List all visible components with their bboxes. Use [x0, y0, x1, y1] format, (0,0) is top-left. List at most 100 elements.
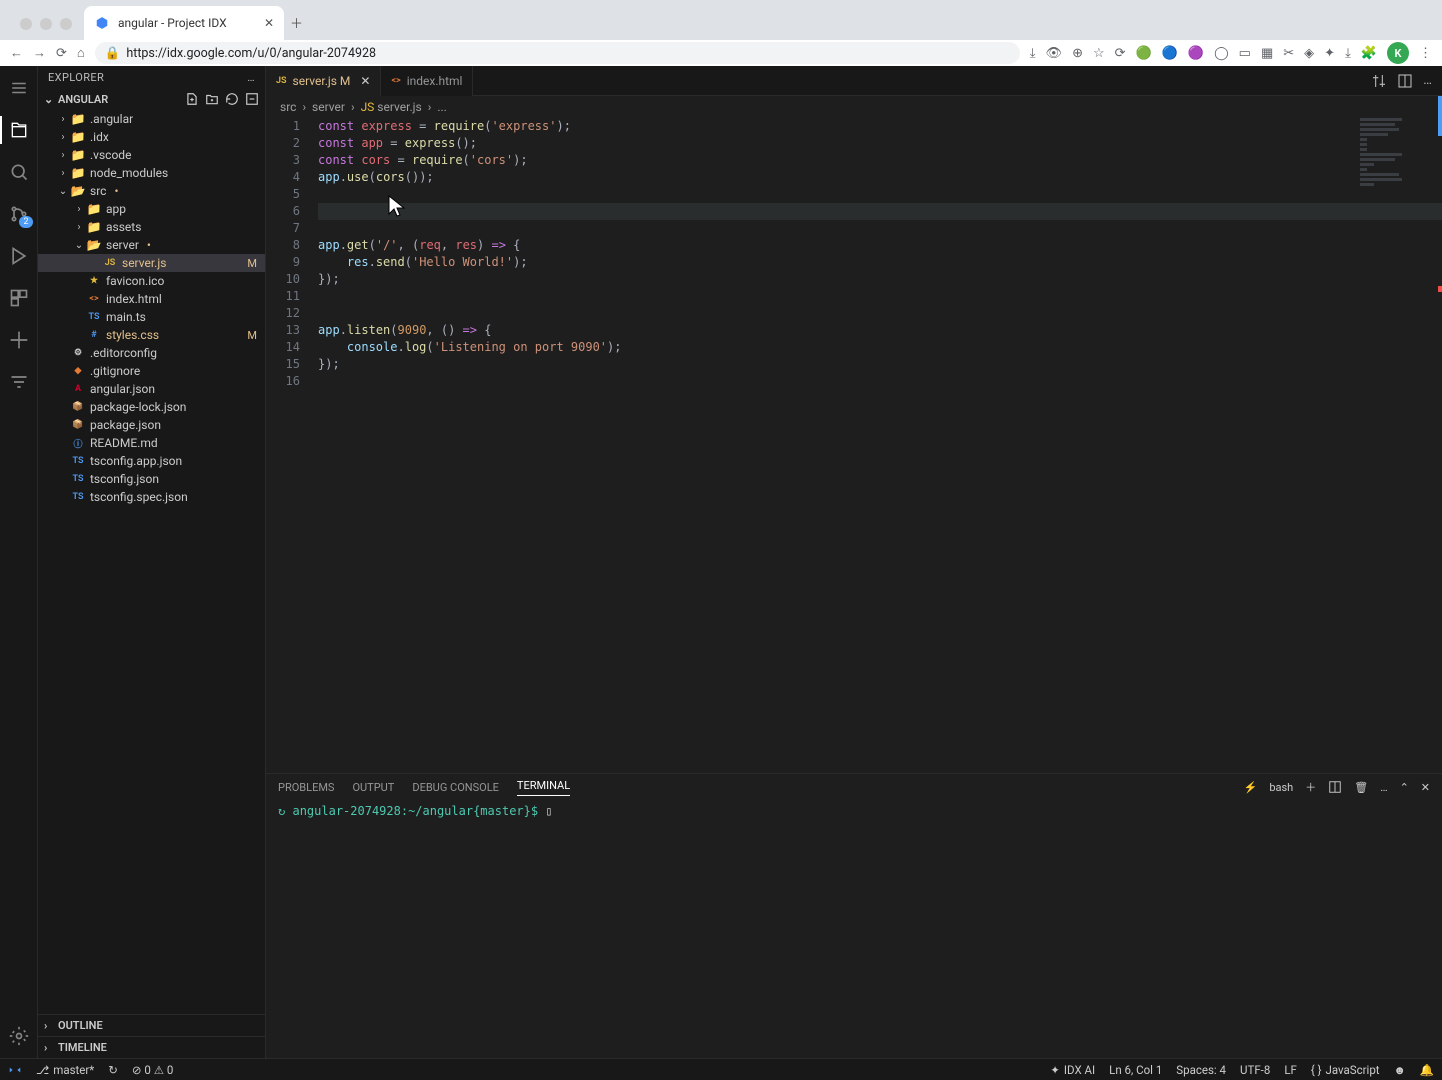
branch-status[interactable]: ⎇ master*	[36, 1063, 94, 1077]
terminal-shell-icon[interactable]: ⚡	[1244, 781, 1258, 794]
address-bar[interactable]: 🔒 https://idx.google.com/u/0/angular-207…	[95, 42, 1020, 64]
folder-item[interactable]: ⌄📂src	[38, 182, 265, 200]
more-actions-icon[interactable]: …	[1423, 73, 1432, 89]
kill-terminal-icon[interactable]: 🗑	[1354, 781, 1368, 794]
extension-icon[interactable]: ⤓	[1345, 46, 1351, 61]
extension-icon[interactable]: ◈	[1304, 46, 1314, 61]
file-item[interactable]: JSserver.jsM	[38, 254, 265, 272]
breadcrumb-item[interactable]: src	[280, 100, 296, 114]
notifications-icon[interactable]: 🔔	[1420, 1063, 1434, 1077]
terminal[interactable]: ↻ angular-2074928:~/angular{master}$ ▯	[266, 800, 1442, 1058]
editor-tab[interactable]: JSserver.js M✕	[266, 66, 381, 96]
explorer-icon[interactable]	[7, 118, 31, 142]
extension-icon[interactable]: ▭	[1239, 46, 1251, 61]
extension-icon[interactable]: 🟣	[1188, 46, 1204, 61]
folder-item[interactable]: ›📁.idx	[38, 128, 265, 146]
file-item[interactable]: TStsconfig.json	[38, 470, 265, 488]
compare-icon[interactable]	[1371, 73, 1387, 89]
extension-icon[interactable]: 🟢	[1136, 46, 1152, 61]
outline-section[interactable]: ›OUTLINE	[38, 1014, 265, 1036]
run-debug-icon[interactable]	[7, 244, 31, 268]
more-icon[interactable]: …	[1380, 781, 1387, 794]
folder-item[interactable]: ›📁assets	[38, 218, 265, 236]
star-icon[interactable]: ☆	[1093, 46, 1105, 61]
minimap[interactable]	[1360, 118, 1430, 178]
idx-ai-status[interactable]: ✦ IDX AI	[1050, 1063, 1095, 1077]
close-tab-icon[interactable]: ✕	[360, 74, 370, 88]
split-editor-icon[interactable]	[1397, 73, 1413, 89]
collapse-icon[interactable]	[245, 92, 259, 106]
breadcrumb-item[interactable]: server	[312, 100, 345, 114]
problems-status[interactable]: ⊘ 0 ⚠ 0	[132, 1063, 173, 1077]
breadcrumb-item[interactable]: JS server.js	[361, 100, 422, 114]
window-controls[interactable]	[8, 18, 84, 40]
panel-tab[interactable]: TERMINAL	[517, 779, 570, 796]
new-folder-icon[interactable]	[205, 92, 219, 106]
back-button[interactable]: ←	[10, 45, 23, 61]
more-icon[interactable]: …	[247, 71, 255, 84]
eol-status[interactable]: LF	[1284, 1063, 1297, 1077]
file-item[interactable]: 📦package.json	[38, 416, 265, 434]
file-item[interactable]: ⚙.editorconfig	[38, 344, 265, 362]
cursor-position[interactable]: Ln 6, Col 1	[1109, 1063, 1162, 1077]
refresh-icon[interactable]	[225, 92, 239, 106]
kebab-menu-icon[interactable]: ⋮	[1419, 46, 1432, 61]
feedback-icon[interactable]: ☻	[1394, 1063, 1406, 1077]
menu-icon[interactable]	[7, 76, 31, 100]
panel-tab[interactable]: OUTPUT	[352, 781, 394, 794]
file-item[interactable]: <>index.html	[38, 290, 265, 308]
extension-icon[interactable]: ✦	[1324, 46, 1335, 61]
extension-icon[interactable]: ◯	[1214, 46, 1229, 61]
file-item[interactable]: ◆.gitignore	[38, 362, 265, 380]
new-file-icon[interactable]	[185, 92, 199, 106]
install-icon[interactable]: ⊕	[1072, 46, 1083, 61]
indentation-status[interactable]: Spaces: 4	[1176, 1063, 1226, 1077]
folder-item[interactable]: ⌄📂server	[38, 236, 265, 254]
file-item[interactable]: 📦package-lock.json	[38, 398, 265, 416]
extension-icon[interactable]: ▦	[1261, 46, 1273, 61]
file-item[interactable]: ⓘREADME.md	[38, 434, 265, 452]
file-item[interactable]: #styles.cssM	[38, 326, 265, 344]
new-tab-button[interactable]: ＋	[290, 13, 303, 32]
panel-tab[interactable]: DEBUG CONSOLE	[412, 781, 499, 794]
panel-tab[interactable]: PROBLEMS	[278, 781, 334, 794]
breadcrumbs[interactable]: src›server›JS server.js›...	[266, 96, 1442, 118]
extensions-icon[interactable]	[7, 286, 31, 310]
forward-button[interactable]: →	[33, 45, 46, 61]
reload-button[interactable]: ⟳	[56, 46, 67, 61]
timeline-section[interactable]: ›TIMELINE	[38, 1036, 265, 1058]
folder-item[interactable]: ›📁app	[38, 200, 265, 218]
extension-icon[interactable]: ✂	[1283, 46, 1294, 61]
breadcrumb-item[interactable]: ...	[437, 100, 447, 114]
editor-tab[interactable]: <>index.html	[381, 66, 473, 96]
file-item[interactable]: TSmain.ts	[38, 308, 265, 326]
search-icon[interactable]	[7, 160, 31, 184]
sync-status[interactable]: ↻	[108, 1063, 118, 1077]
new-terminal-icon[interactable]: ＋	[1305, 779, 1316, 795]
browser-tab[interactable]: angular - Project IDX ✕	[84, 6, 284, 40]
file-item[interactable]: Aangular.json	[38, 380, 265, 398]
encoding-status[interactable]: UTF-8	[1240, 1063, 1270, 1077]
folder-item[interactable]: ›📁node_modules	[38, 164, 265, 182]
file-item[interactable]: TStsconfig.spec.json	[38, 488, 265, 506]
split-terminal-icon[interactable]	[1328, 780, 1342, 794]
close-panel-icon[interactable]: ✕	[1421, 781, 1430, 794]
folder-item[interactable]: ›📁.angular	[38, 110, 265, 128]
source-control-icon[interactable]: 2	[7, 202, 31, 226]
folder-item[interactable]: ›📁.vscode	[38, 146, 265, 164]
extension-icon[interactable]: ⟳	[1115, 46, 1126, 61]
extension-icon[interactable]: 🔵	[1162, 46, 1178, 61]
maximize-panel-icon[interactable]: ⌃	[1400, 781, 1409, 794]
settings-gear-icon[interactable]	[7, 1024, 31, 1048]
code-editor[interactable]: 12345678910111213141516 const express = …	[266, 118, 1442, 773]
remote-indicator[interactable]	[8, 1063, 22, 1077]
home-button[interactable]: ⌂	[77, 45, 85, 61]
terminal-shell-label[interactable]: bash	[1269, 781, 1293, 794]
download-icon[interactable]: ⤓	[1030, 46, 1036, 61]
language-status[interactable]: { } JavaScript	[1311, 1063, 1380, 1077]
close-tab-icon[interactable]: ✕	[264, 16, 274, 30]
file-item[interactable]: ★favicon.ico	[38, 272, 265, 290]
idx-icon[interactable]	[7, 328, 31, 352]
project-section-header[interactable]: ⌄ ANGULAR	[38, 88, 265, 110]
filter-icon[interactable]	[7, 370, 31, 394]
